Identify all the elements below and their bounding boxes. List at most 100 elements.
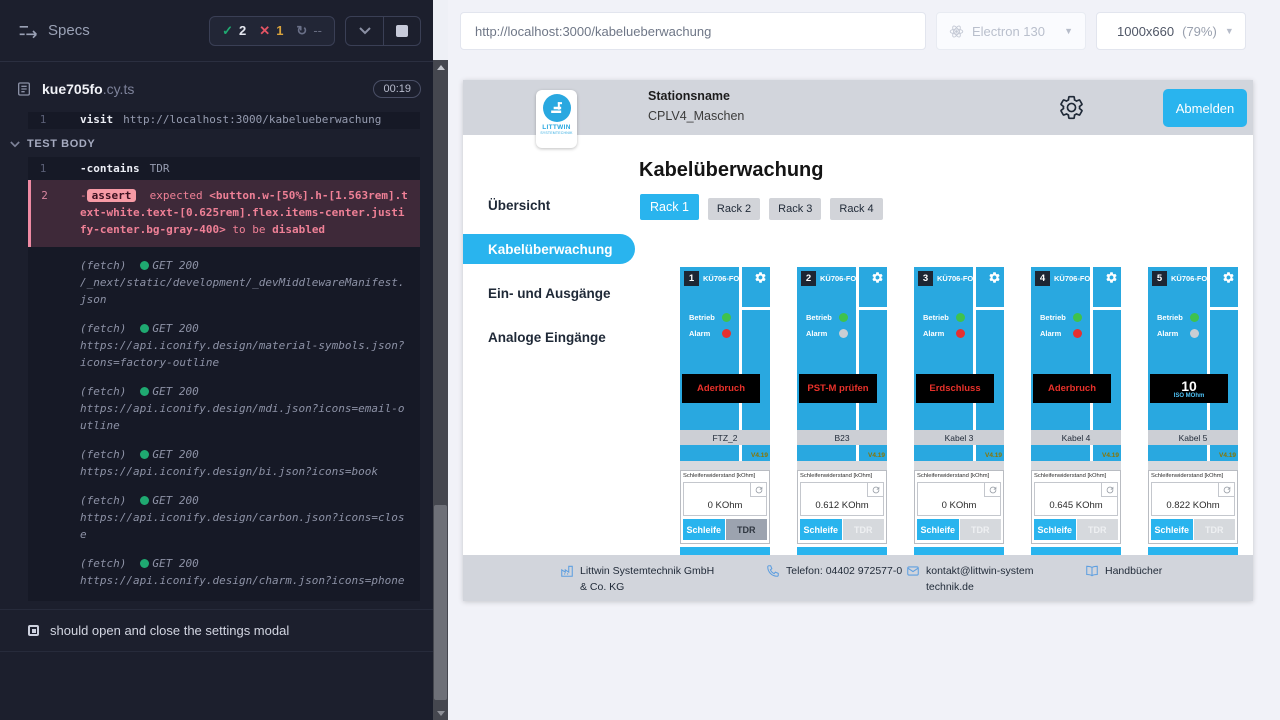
command-line-number: 1	[28, 161, 58, 176]
refresh-icon[interactable]	[1218, 483, 1234, 497]
station-name: CPLV4_Maschen	[648, 109, 744, 123]
refresh-icon[interactable]	[750, 483, 766, 497]
tdr-button[interactable]: TDR	[726, 519, 768, 540]
nav-item[interactable]: Analoge Eingänge	[463, 322, 635, 352]
stop-button[interactable]	[383, 17, 420, 45]
tdr-button[interactable]: TDR	[960, 519, 1002, 540]
alarm-display: Erdschluss	[916, 374, 994, 403]
nav-item[interactable]: Kabelüberwachung	[463, 234, 635, 264]
meter-label: Schleifenwiderstand [kOhm]	[917, 473, 1001, 482]
betrieb-status-dot	[839, 313, 848, 322]
card-divider	[859, 307, 887, 310]
scrollbar-thumb[interactable]	[434, 505, 447, 700]
card-divider	[1207, 267, 1210, 430]
rack-tab[interactable]: Rack 1	[640, 194, 699, 220]
schleife-button[interactable]: Schleife	[1034, 519, 1076, 540]
card-gap	[680, 461, 770, 470]
fetch-url: https://api.iconify.design/material-symb…	[80, 337, 405, 371]
tdr-button[interactable]: TDR	[1194, 519, 1236, 540]
test-stats[interactable]: ✓2 ✕1 ↻--	[209, 16, 335, 46]
runner-scrollbar[interactable]	[433, 60, 448, 720]
fetch-log-entry[interactable]: (fetch) GET 200 https://api.iconify.desi…	[28, 486, 420, 549]
monitor-card-panel: 1 KÜ706-FO Betrieb Alarm Aderbruch FTZ_	[680, 267, 770, 461]
schleife-button[interactable]: Schleife	[1151, 519, 1193, 540]
footer-email[interactable]: kontakt@littwin-systemtechnik.de	[906, 563, 1034, 596]
card-settings-icon[interactable]	[988, 271, 1001, 284]
next-test-row[interactable]: should open and close the settings modal	[0, 609, 433, 652]
card-divider	[1210, 307, 1238, 310]
status-leds: Betrieb Alarm	[1040, 309, 1082, 341]
resistance-value: 0.822 KOhm	[1152, 500, 1234, 511]
loop-resistance-meter: Schleifenwiderstand [kOhm] 0 KOhm Schlei…	[680, 470, 770, 544]
fault-message: Aderbruch	[697, 383, 745, 394]
refresh-icon[interactable]	[984, 483, 1000, 497]
meter-display: 0 KOhm	[683, 482, 767, 516]
chevron-down-icon: ▼	[1064, 26, 1073, 36]
fetch-log-entry[interactable]: (fetch) GET 200 https://api.iconify.desi…	[28, 314, 420, 377]
failed-assert-command[interactable]: 2 -assert expected <button.w-[50%].h-[1.…	[28, 180, 420, 247]
fetch-log-entry[interactable]: (fetch) GET 200 https://api.iconify.desi…	[28, 377, 420, 440]
rack-tab[interactable]: Rack 2	[708, 198, 760, 220]
schleife-button[interactable]: Schleife	[800, 519, 842, 540]
fetch-log-entry[interactable]: (fetch) GET 200 https://api.iconify.desi…	[28, 440, 420, 486]
littwin-logo-icon	[547, 98, 567, 118]
rack-tabs: Rack 1 Rack 2 Rack 3 Rack 4	[640, 194, 883, 220]
footer-phone[interactable]: Telefon: 04402 972577-0	[766, 563, 908, 579]
viewport-size-select[interactable]: 1000x660 (79%) ▼	[1096, 12, 1246, 50]
card-settings-icon[interactable]	[1222, 271, 1235, 284]
tdr-button[interactable]: TDR	[1077, 519, 1119, 540]
betrieb-status-dot	[956, 313, 965, 322]
littwin-logo: LITTWIN SYSTEMTECHNIK	[536, 90, 577, 148]
tdr-button[interactable]: TDR	[843, 519, 885, 540]
footer-manuals[interactable]: Handbücher	[1085, 563, 1162, 579]
specs-menu-icon	[18, 23, 38, 39]
url-input[interactable]	[461, 13, 925, 49]
card-settings-icon[interactable]	[1105, 271, 1118, 284]
logout-button[interactable]: Abmelden	[1163, 89, 1247, 127]
card-settings-icon[interactable]	[871, 271, 884, 284]
alarm-status-dot	[722, 329, 731, 338]
firmware-version: V4.19	[1102, 452, 1119, 459]
electron-icon	[949, 24, 964, 39]
meter-display: 0.645 KOhm	[1034, 482, 1118, 516]
rack-tab[interactable]: Rack 4	[830, 198, 882, 220]
card-bottom-strip	[1148, 547, 1238, 555]
spec-file-row[interactable]: kue705fo.cy.ts 00:19	[0, 66, 433, 112]
settings-gear-icon[interactable]	[1058, 94, 1085, 121]
collapse-button[interactable]	[346, 17, 383, 45]
card-bottom-strip	[680, 547, 770, 555]
alarm-display: 10 ISO MOhm	[1150, 374, 1228, 403]
nav-item[interactable]: Übersicht	[463, 190, 635, 220]
card-settings-icon[interactable]	[754, 271, 767, 284]
scrollbar-up-arrow[interactable]	[433, 60, 448, 74]
email-icon	[906, 564, 920, 578]
card-gap	[1148, 461, 1238, 470]
firmware-version: V4.19	[1219, 452, 1236, 459]
rack-tab[interactable]: Rack 3	[769, 198, 821, 220]
fetch-log-entry[interactable]: (fetch) GET 200 https://api.iconify.desi…	[28, 549, 420, 595]
card-bottom-strip	[1031, 547, 1121, 555]
firmware-version: V4.19	[751, 452, 768, 459]
check-icon: ✓	[222, 23, 233, 39]
rack-cards-row: 1 KÜ706-FO Betrieb Alarm Aderbruch FTZ_	[680, 267, 1238, 555]
scrollbar-down-arrow[interactable]	[433, 706, 448, 720]
card-gap	[797, 461, 887, 470]
test-body-section-header[interactable]: TEST BODY	[0, 129, 433, 157]
nav-item[interactable]: Ein- und Ausgänge	[463, 278, 635, 308]
fetch-log-entry[interactable]: (fetch) GET 200 /_next/static/developmen…	[28, 251, 420, 314]
card-model-label: KÜ706-FO	[1054, 274, 1090, 283]
contains-command[interactable]: 1 -containsTDR	[28, 157, 420, 180]
visit-command[interactable]: 1 visithttp://localhost:3000/kabelueberw…	[28, 112, 420, 129]
schleife-button[interactable]: Schleife	[683, 519, 725, 540]
cable-name-label: FTZ_2	[680, 430, 770, 445]
card-number-badge: 3	[918, 271, 933, 286]
browser-select[interactable]: Electron 130 ▼	[936, 12, 1086, 50]
refresh-icon[interactable]	[867, 483, 883, 497]
schleife-button[interactable]: Schleife	[917, 519, 959, 540]
status-ok-dot	[140, 496, 149, 505]
refresh-icon[interactable]	[1101, 483, 1117, 497]
card-divider	[1090, 267, 1093, 430]
fetch-url: /_next/static/development/_devMiddleware…	[80, 274, 405, 308]
loop-resistance-meter: Schleifenwiderstand [kOhm] 0.612 KOhm Sc…	[797, 470, 887, 544]
specs-menu[interactable]: Specs	[18, 22, 90, 39]
